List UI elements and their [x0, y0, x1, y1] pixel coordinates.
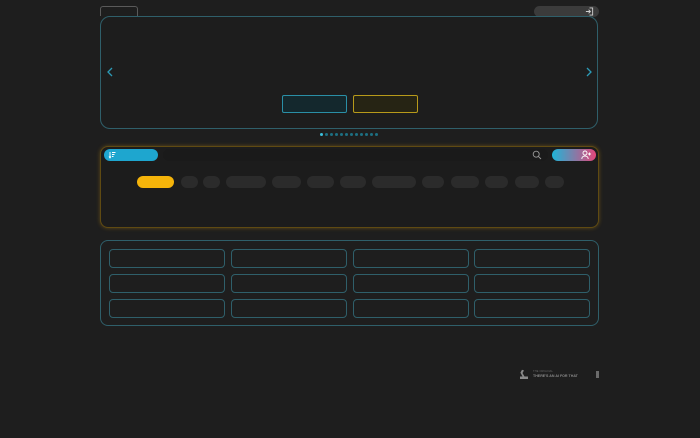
carousel-dot[interactable]	[365, 133, 368, 136]
carousel-dot[interactable]	[325, 133, 328, 136]
carousel-dot[interactable]	[335, 133, 338, 136]
grid-cell[interactable]	[353, 274, 469, 293]
hero-secondary-button[interactable]	[353, 95, 418, 113]
grid-cell[interactable]	[231, 274, 347, 293]
filter-chip[interactable]	[485, 176, 508, 188]
chevron-right-icon[interactable]	[585, 66, 593, 78]
filter-chip[interactable]	[137, 176, 174, 188]
carousel-dot[interactable]	[345, 133, 348, 136]
search-input[interactable]	[163, 149, 548, 161]
hero-carousel	[100, 16, 598, 129]
carousel-dot[interactable]	[320, 133, 323, 136]
filter-chip[interactable]	[307, 176, 334, 188]
filter-chip[interactable]	[451, 176, 479, 188]
carousel-dot[interactable]	[360, 133, 363, 136]
user-plus-icon	[581, 150, 591, 160]
grid-cell[interactable]	[109, 249, 225, 268]
carousel-dot[interactable]	[350, 133, 353, 136]
filter-chip[interactable]	[340, 176, 366, 188]
add-user-button[interactable]	[552, 149, 596, 161]
carousel-dot[interactable]	[330, 133, 333, 136]
carousel-dot[interactable]	[340, 133, 343, 136]
carousel-dots	[320, 133, 378, 137]
brand-footer[interactable]: THE ORIGINAL THERE'S AN AI FOR THAT	[519, 369, 599, 381]
filter-chip[interactable]	[181, 176, 198, 188]
footer-small-text: THE ORIGINAL	[533, 370, 554, 373]
sort-icon	[108, 152, 116, 159]
grid-cell[interactable]	[231, 299, 347, 318]
filter-chip[interactable]	[272, 176, 301, 188]
grid-cell[interactable]	[353, 249, 469, 268]
grid-cell[interactable]	[353, 299, 469, 318]
grid-cell[interactable]	[109, 299, 225, 318]
grid-cell[interactable]	[474, 249, 590, 268]
grid-cell[interactable]	[474, 299, 590, 318]
sort-button[interactable]	[104, 149, 158, 161]
top-tab[interactable]	[100, 6, 138, 16]
carousel-dot[interactable]	[375, 133, 378, 136]
filter-chip[interactable]	[372, 176, 416, 188]
filter-chip[interactable]	[515, 176, 539, 188]
filter-chip[interactable]	[226, 176, 266, 188]
login-icon	[585, 7, 594, 16]
hero-primary-button[interactable]	[282, 95, 347, 113]
carousel-dot[interactable]	[355, 133, 358, 136]
grid-cell[interactable]	[231, 249, 347, 268]
filter-chip[interactable]	[203, 176, 220, 188]
search-icon[interactable]	[532, 150, 542, 160]
footer-tagline: THERE'S AN AI FOR THAT	[533, 374, 578, 378]
carousel-dot[interactable]	[370, 133, 373, 136]
footer-divider	[596, 371, 599, 378]
robot-arm-icon	[520, 369, 528, 379]
app-root: THE ORIGINAL THERE'S AN AI FOR THAT	[0, 0, 700, 438]
filter-chip[interactable]	[422, 176, 444, 188]
chevron-left-icon[interactable]	[106, 66, 114, 78]
grid-cell[interactable]	[109, 274, 225, 293]
filter-chip[interactable]	[545, 176, 564, 188]
grid-cell[interactable]	[474, 274, 590, 293]
